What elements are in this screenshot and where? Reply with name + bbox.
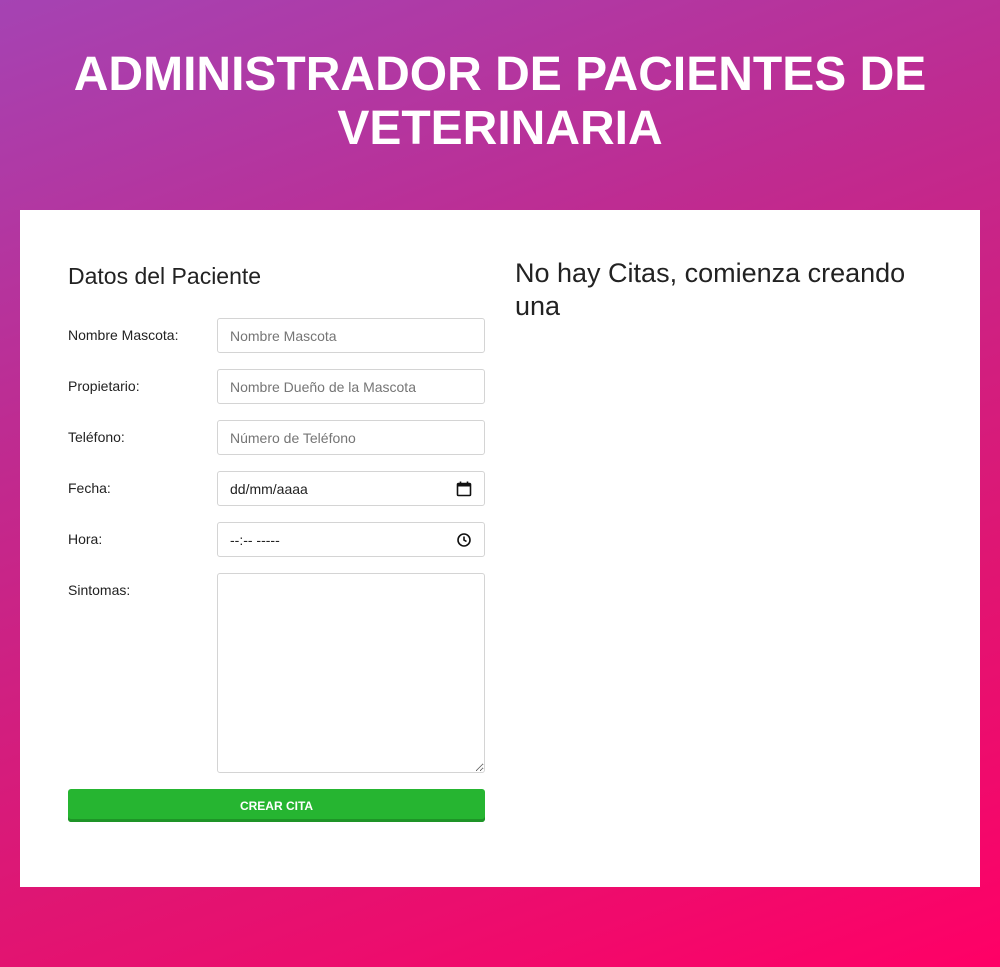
patient-form: Datos del Paciente Nombre Mascota: Propi… bbox=[68, 260, 485, 822]
citas-list: No hay Citas, comienza creando una bbox=[515, 257, 935, 323]
fecha-input[interactable]: dd/mm/aaaa bbox=[217, 471, 485, 506]
crear-cita-button[interactable]: CREAR CITA bbox=[68, 789, 485, 822]
sintomas-textarea[interactable] bbox=[217, 573, 485, 773]
propietario-input[interactable] bbox=[217, 369, 485, 404]
calendar-icon[interactable] bbox=[456, 481, 472, 497]
form-title: Datos del Paciente bbox=[68, 263, 262, 289]
page-title: ADMINISTRADOR DE PACIENTES DE VETERINARI… bbox=[73, 48, 927, 155]
citas-empty-message: No hay Citas, comienza creando una bbox=[515, 258, 906, 321]
propietario-label: Propietario: bbox=[68, 378, 140, 394]
main-panel: Datos del Paciente Nombre Mascota: Propi… bbox=[20, 210, 980, 887]
telefono-label: Teléfono: bbox=[68, 429, 125, 445]
hora-input[interactable]: --:-- ----- bbox=[217, 522, 485, 557]
sintomas-label: Sintomas: bbox=[68, 582, 131, 598]
clock-icon[interactable] bbox=[456, 532, 472, 548]
telefono-input[interactable] bbox=[217, 420, 485, 455]
fecha-label: Fecha: bbox=[68, 480, 111, 496]
hora-value: --:-- ----- bbox=[230, 531, 280, 548]
mascota-label: Nombre Mascota: bbox=[68, 327, 179, 343]
fecha-value: dd/mm/aaaa bbox=[230, 480, 308, 497]
mascota-input[interactable] bbox=[217, 318, 485, 353]
hora-label: Hora: bbox=[68, 531, 103, 547]
